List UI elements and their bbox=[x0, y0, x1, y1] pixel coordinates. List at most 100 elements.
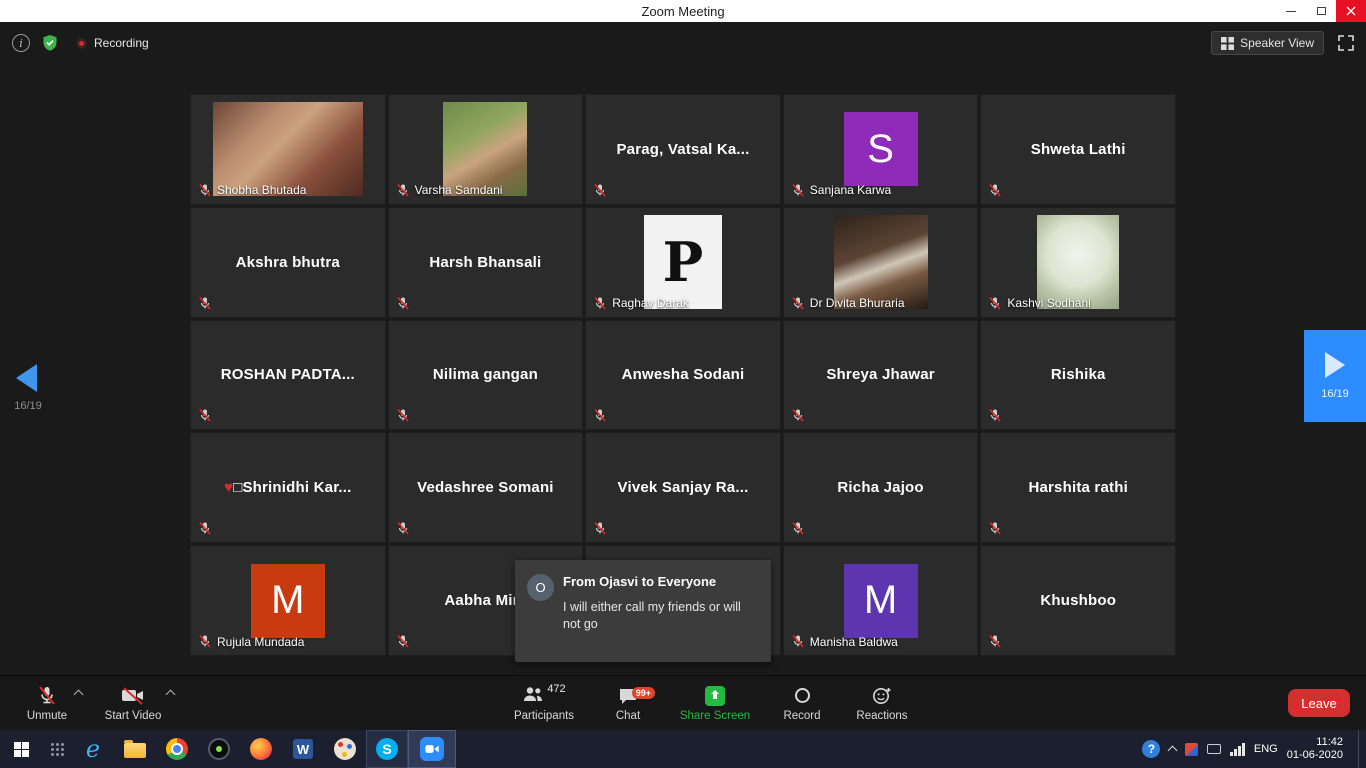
tray-app-icon[interactable] bbox=[1185, 743, 1198, 756]
unmute-button[interactable]: Unmute bbox=[10, 685, 84, 722]
minimize-button[interactable] bbox=[1276, 0, 1306, 22]
participant-footer bbox=[988, 183, 1002, 198]
muted-mic-icon bbox=[593, 296, 607, 311]
participant-name-centered: Nilima gangan bbox=[425, 366, 546, 383]
internet-explorer-button[interactable] bbox=[72, 730, 114, 768]
muted-mic-icon bbox=[396, 521, 410, 536]
zoom-app-icon bbox=[420, 737, 444, 761]
participant-tile[interactable]: Harshita rathi bbox=[980, 432, 1176, 543]
previous-page-arrow[interactable] bbox=[16, 364, 37, 392]
recording-label: Recording bbox=[94, 36, 149, 50]
participant-footer bbox=[791, 521, 805, 536]
muted-mic-icon bbox=[396, 183, 410, 198]
participant-tile[interactable]: Akshra bhutra bbox=[190, 207, 386, 318]
start-video-button[interactable]: Start Video bbox=[90, 685, 176, 722]
reactions-label: Reactions bbox=[856, 710, 907, 722]
participant-name-centered: Rishika bbox=[1043, 366, 1114, 383]
participant-footer bbox=[396, 521, 410, 536]
chat-label: Chat bbox=[616, 710, 640, 722]
close-button[interactable] bbox=[1336, 0, 1366, 22]
start-button[interactable] bbox=[0, 730, 42, 768]
skype-button[interactable] bbox=[366, 730, 408, 768]
clock[interactable]: 11:42 01-06-2020 bbox=[1287, 736, 1349, 762]
participant-tile[interactable]: Nilima gangan bbox=[388, 320, 584, 431]
tray-device-icon[interactable] bbox=[1207, 744, 1221, 754]
participant-tile[interactable]: Dr Divita Bhuraria bbox=[783, 207, 979, 318]
muted-mic-icon bbox=[988, 634, 1002, 649]
participant-name-centered: ROSHAN PADTA... bbox=[213, 366, 363, 383]
meeting-info-icon[interactable]: i bbox=[12, 34, 30, 52]
media-player-button[interactable] bbox=[198, 730, 240, 768]
chat-notification-message: I will either call my friends or will no… bbox=[563, 599, 745, 633]
speaker-view-button[interactable]: Speaker View bbox=[1211, 31, 1324, 55]
participant-photo-letter: P bbox=[663, 235, 704, 289]
record-button[interactable]: Record bbox=[771, 685, 833, 722]
participant-tile[interactable]: Shweta Lathi bbox=[980, 94, 1176, 205]
firefox-button[interactable] bbox=[240, 730, 282, 768]
participant-name-label: Sanjana Karwa bbox=[810, 183, 891, 197]
hidden-icons-chevron-icon[interactable] bbox=[1168, 746, 1178, 756]
participant-tile[interactable]: P Raghav Darak bbox=[585, 207, 781, 318]
participant-tile[interactable]: Anwesha Sodani bbox=[585, 320, 781, 431]
meeting-controls-bar: Unmute Start Video bbox=[0, 675, 1366, 730]
participant-tile[interactable]: S Sanjana Karwa bbox=[783, 94, 979, 205]
participant-tile[interactable]: M Manisha Baldwa bbox=[783, 545, 979, 656]
network-signal-icon[interactable] bbox=[1230, 743, 1245, 756]
participant-tile[interactable]: M Rujula Mundada bbox=[190, 545, 386, 656]
video-options-chevron-icon[interactable] bbox=[166, 689, 176, 699]
start-video-label: Start Video bbox=[105, 710, 162, 722]
chrome-icon bbox=[166, 738, 188, 760]
fullscreen-icon[interactable] bbox=[1338, 35, 1354, 51]
participant-tile[interactable]: Richa Jajoo bbox=[783, 432, 979, 543]
participant-tile[interactable]: Rishika bbox=[980, 320, 1176, 431]
paint-button[interactable] bbox=[324, 730, 366, 768]
word-button[interactable] bbox=[282, 730, 324, 768]
muted-mic-icon bbox=[396, 296, 410, 311]
chat-notification-popup[interactable]: O From Ojasvi to Everyone I will either … bbox=[515, 560, 771, 662]
participant-footer bbox=[396, 634, 410, 649]
participant-avatar: M bbox=[251, 564, 325, 638]
help-tray-icon[interactable] bbox=[1142, 740, 1160, 758]
language-indicator[interactable]: ENG bbox=[1254, 743, 1278, 755]
participant-name-centered: Shreya Jhawar bbox=[818, 366, 943, 383]
maximize-button[interactable] bbox=[1306, 0, 1336, 22]
leave-button[interactable]: Leave bbox=[1288, 689, 1350, 717]
muted-mic-icon bbox=[198, 183, 212, 198]
participant-tile[interactable]: Vedashree Somani bbox=[388, 432, 584, 543]
participant-footer: Manisha Baldwa bbox=[791, 634, 898, 649]
show-desktop-button[interactable] bbox=[1358, 730, 1362, 768]
participant-tile[interactable]: Vivek Sanjay Ra... bbox=[585, 432, 781, 543]
participant-name-label: Varsha Samdani bbox=[415, 183, 503, 197]
chat-button[interactable]: Chat 99+ bbox=[597, 685, 659, 722]
reactions-button[interactable]: Reactions bbox=[847, 685, 917, 722]
participant-tile[interactable]: ROSHAN PADTA... bbox=[190, 320, 386, 431]
muted-mic-icon bbox=[198, 408, 212, 423]
participant-tile[interactable]: Kashvi Sodhani bbox=[980, 207, 1176, 318]
participant-footer: Rujula Mundada bbox=[198, 634, 304, 649]
participant-name-centered: Richa Jajoo bbox=[829, 479, 931, 496]
participant-name-centered: Harsh Bhansali bbox=[421, 254, 549, 271]
pinned-dots-button[interactable] bbox=[42, 730, 72, 768]
participant-tile[interactable]: Harsh Bhansali bbox=[388, 207, 584, 318]
chrome-button[interactable] bbox=[156, 730, 198, 768]
participant-tile[interactable]: ♥□Shrinidhi Kar... bbox=[190, 432, 386, 543]
zoom-meeting-window: Zoom Meeting i Recording Speaker bbox=[0, 0, 1366, 768]
zoom-app-button[interactable] bbox=[408, 730, 456, 768]
participant-avatar: S bbox=[844, 112, 918, 186]
participants-button[interactable]: 472 Participants bbox=[505, 685, 583, 722]
participant-tile[interactable]: Shreya Jhawar bbox=[783, 320, 979, 431]
participant-footer bbox=[791, 408, 805, 423]
participant-tile[interactable]: Shobha Bhutada bbox=[190, 94, 386, 205]
encryption-shield-icon[interactable] bbox=[42, 34, 58, 52]
participant-tile[interactable]: Varsha Samdani bbox=[388, 94, 584, 205]
participant-name-label: Dr Divita Bhuraria bbox=[810, 296, 905, 310]
chat-unread-badge: 99+ bbox=[632, 687, 655, 700]
audio-options-chevron-icon[interactable] bbox=[74, 689, 84, 699]
video-off-icon bbox=[121, 686, 145, 706]
file-explorer-button[interactable] bbox=[114, 730, 156, 768]
page-indicator-left: 16/19 bbox=[6, 400, 50, 412]
next-page-button[interactable]: 16/19 bbox=[1304, 330, 1366, 422]
participant-tile[interactable]: Parag, Vatsal Ka... bbox=[585, 94, 781, 205]
participant-tile[interactable]: Khushboo bbox=[980, 545, 1176, 656]
share-screen-button[interactable]: Share Screen bbox=[673, 685, 757, 722]
